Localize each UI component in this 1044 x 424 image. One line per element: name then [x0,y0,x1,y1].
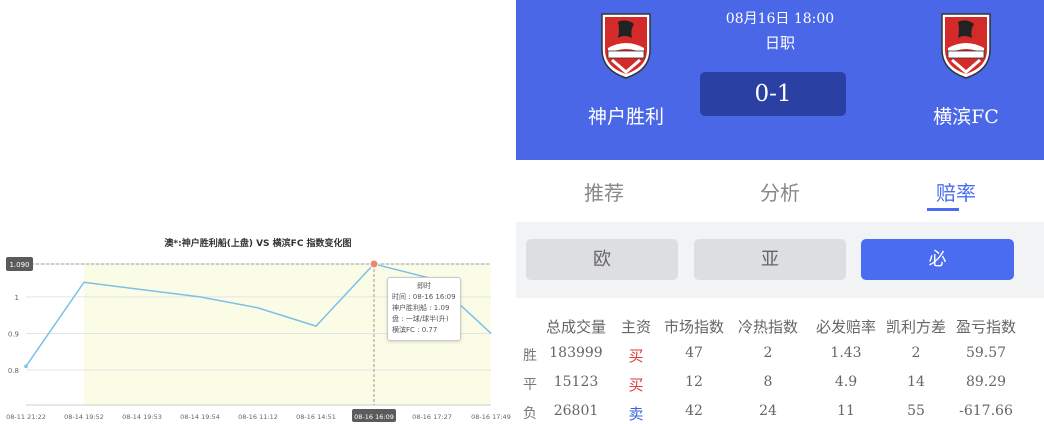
table-cell: 2 [911,345,921,361]
x-tick-label: 08-16 16:09 [354,413,394,421]
table-header: 必发赔率 [815,318,876,336]
tooltip-line: 时间 : 08-16 16:09 [392,293,456,301]
tab-recommend[interactable]: 推荐 [516,177,692,206]
odds-chart: 澳*:神户胜利船(上盘) VS 横滨FC 指数变化图 1.090 1 0.9 0.8 0… [0,0,516,422]
table-cell: 55 [907,403,925,419]
away-team[interactable]: 横滨FC [906,8,1026,129]
match-header: 神户胜利 08月16日 18:00 日职 0-1 横滨FC [516,0,1044,160]
match-panel: 神户胜利 08月16日 18:00 日职 0-1 横滨FC 推荐 分析 赔率 欧… [516,0,1044,423]
y-tick-label: 1 [15,294,19,302]
chart-tooltip: 即时 时间 : 08-16 16:09 神户胜利船 : 1.09 盘 : 一球/… [387,277,461,341]
home-team-name: 神户胜利 [587,106,664,128]
x-tick-label: 08-16 14:51 [296,413,336,421]
tab-analysis[interactable]: 分析 [692,177,868,206]
tooltip-line: 盘 : 一球/球半(升) [392,315,449,323]
data-point [24,364,28,369]
table-cell: 24 [759,403,777,419]
tooltip-title: 即时 [417,282,431,290]
segment-european[interactable]: 欧 [526,239,678,280]
away-team-logo-icon [941,13,991,79]
table-cell: 59.57 [965,345,1007,361]
tooltip-line: 神户胜利船 : 1.09 [392,304,450,312]
table-cell: 4.9 [834,374,858,390]
x-tick-label: 08-16 17:27 [412,413,452,421]
x-tick-label: 08-16 11:12 [238,413,278,421]
table-cell: -617.66 [959,403,1013,419]
table-cell: 89.29 [965,374,1007,390]
away-team-name: 横滨FC [933,106,999,128]
x-tick-label: 08-11 21:22 [6,413,46,421]
tab-bar: 推荐 分析 赔率 [516,160,1044,220]
table-cell: 12 [685,374,703,390]
odds-line-chart[interactable]: 1.090 1 0.9 0.8 08-11 21:22 08-14 19:52 08-14 … [0,0,516,422]
x-tick-label: 08-14 19:53 [122,413,162,421]
table-cell: 47 [685,345,703,361]
segment-asian[interactable]: 亚 [694,239,846,280]
table-cell: 8 [763,374,773,390]
table-header: 盈亏指数 [955,318,1016,336]
x-tick-label: 08-14 19:52 [64,413,104,421]
segment-betfair[interactable]: 必 [861,239,1014,280]
table-header: 凯利方差 [885,318,946,336]
table-header: 冷热指数 [737,318,798,336]
table-cell: 1.43 [830,345,862,361]
table-cell: 11 [837,403,855,419]
y-tick-label: 1.090 [9,261,29,269]
tooltip-line: 横滨FC : 0.77 [392,326,438,334]
active-tab-indicator [927,208,959,211]
table-cell: 42 [685,403,703,419]
score-box: 0-1 [700,72,846,116]
tab-odds[interactable]: 赔率 [868,177,1044,206]
y-tick-label: 0.9 [8,330,19,338]
odds-type-selector: 欧 亚 必 [516,222,1044,298]
x-tick-label: 08-14 19:54 [180,413,220,421]
data-point-highlighted [369,259,379,269]
y-tick-label: 0.8 [8,367,19,375]
table-cell: 2 [763,345,773,361]
table-cell: 14 [907,374,925,390]
table-header: 市场指数 [663,318,724,336]
